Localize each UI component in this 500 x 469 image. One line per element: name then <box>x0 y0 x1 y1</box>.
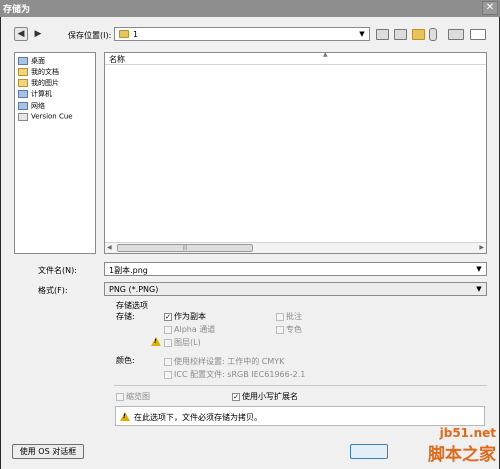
horizontal-scrollbar[interactable]: ◀ ||| ▶ <box>105 242 486 253</box>
save-location-select[interactable]: 1 ▼ <box>114 27 370 41</box>
recent-folder-icon[interactable] <box>394 29 407 40</box>
layers-checkbox[interactable]: 图层(L) <box>164 337 201 348</box>
checkbox-checked-icon: ✓ <box>164 312 172 321</box>
place-item-version-cue[interactable]: Version Cue <box>18 112 73 123</box>
watermark-logo: jb51.net 脚本之家 <box>428 426 496 465</box>
use-proof-checkbox[interactable]: 使用校样设置: 工作中的 CMYK <box>164 356 284 367</box>
filename-input[interactable]: 1副本.png ▼ <box>104 262 487 276</box>
place-item-documents[interactable]: 我的文档 <box>18 67 59 78</box>
back-arrow-icon: ◀ <box>17 29 25 39</box>
forward-arrow-icon: ▶ <box>34 29 42 39</box>
filename-value: 1副本.png <box>109 266 148 275</box>
filename-label: 文件名(N): <box>38 266 77 275</box>
scrollbar-thumb[interactable]: ||| <box>117 244 253 252</box>
forward-button[interactable]: ▶ <box>31 27 45 41</box>
format-select[interactable]: PNG (*.PNG) ▼ <box>104 282 487 296</box>
back-button[interactable]: ◀ <box>14 27 28 41</box>
warning-notice-text: 在此选项下，文件必须存储为拷贝。 <box>134 413 262 422</box>
desktop-icon <box>18 57 28 65</box>
annotations-checkbox[interactable]: 批注 <box>276 311 302 322</box>
place-item-desktop[interactable]: 桌面 <box>18 56 45 67</box>
go-up-folder-icon[interactable] <box>376 29 389 40</box>
view-menu-icon[interactable] <box>470 29 486 40</box>
sort-arrow-icon: ▲ <box>323 51 328 58</box>
save-location-label: 保存位置(I): <box>68 31 112 40</box>
options-separator <box>114 385 487 386</box>
alpha-channel-checkbox[interactable]: Alpha 通道 <box>164 324 215 335</box>
save-options-title: 存储选项 <box>116 301 148 310</box>
close-button[interactable]: ✕ <box>482 1 498 15</box>
save-location-value: 1 <box>133 30 139 39</box>
store-label: 存储: <box>116 312 135 321</box>
color-label: 颜色: <box>116 356 135 365</box>
thumbnail-checkbox[interactable]: 缩览图 <box>116 391 150 402</box>
scroll-right-icon[interactable]: ▶ <box>479 243 484 253</box>
warning-icon: ! <box>151 337 161 346</box>
format-value: PNG (*.PNG) <box>109 285 159 294</box>
chevron-down-icon: ▼ <box>476 285 482 293</box>
scroll-left-icon[interactable]: ◀ <box>107 243 112 253</box>
window-border-left <box>0 17 1 469</box>
spot-color-checkbox[interactable]: 专色 <box>276 324 302 335</box>
warning-icon: ! <box>120 412 130 421</box>
checkbox-checked-icon: ✓ <box>232 392 240 401</box>
tools-menu-icon[interactable] <box>448 29 464 40</box>
chevron-down-icon: ▼ <box>359 30 365 38</box>
chevron-down-icon: ▼ <box>476 265 482 273</box>
close-icon: ✕ <box>485 2 495 13</box>
save-button[interactable] <box>350 444 388 459</box>
column-header-name[interactable]: 名称 ▲ <box>105 51 486 65</box>
title-bar[interactable]: 存储为 ✕ <box>0 0 500 17</box>
format-label: 格式(F): <box>38 286 68 295</box>
place-item-network[interactable]: 网络 <box>18 101 45 112</box>
new-folder-icon[interactable] <box>412 29 425 40</box>
place-item-pictures[interactable]: 我的图片 <box>18 78 59 89</box>
warning-notice: ! 在此选项下，文件必须存储为拷贝。 <box>115 406 485 426</box>
icc-profile-checkbox[interactable]: ICC 配置文件: sRGB IEC61966-2.1 <box>164 369 305 380</box>
place-item-computer[interactable]: 计算机 <box>18 89 52 100</box>
places-sidebar[interactable]: 桌面 我的文档 我的图片 计算机 网络 Version Cue <box>14 52 96 254</box>
computer-icon <box>18 90 28 98</box>
documents-folder-icon <box>18 68 28 76</box>
network-icon <box>18 102 28 110</box>
pictures-folder-icon <box>18 79 28 87</box>
folder-icon <box>119 30 129 38</box>
file-list[interactable]: 名称 ▲ ◀ ||| ▶ <box>104 51 487 254</box>
lowercase-extension-checkbox[interactable]: ✓ 使用小写扩展名 <box>232 391 298 402</box>
as-copy-checkbox[interactable]: ✓ 作为副本 <box>164 311 206 322</box>
window-title: 存储为 <box>3 5 31 15</box>
use-os-dialog-button[interactable]: 使用 OS 对话框 <box>12 444 84 459</box>
version-cue-icon[interactable] <box>429 28 437 41</box>
column-header-label: 名称 <box>109 55 125 64</box>
version-cue-icon <box>18 112 28 121</box>
